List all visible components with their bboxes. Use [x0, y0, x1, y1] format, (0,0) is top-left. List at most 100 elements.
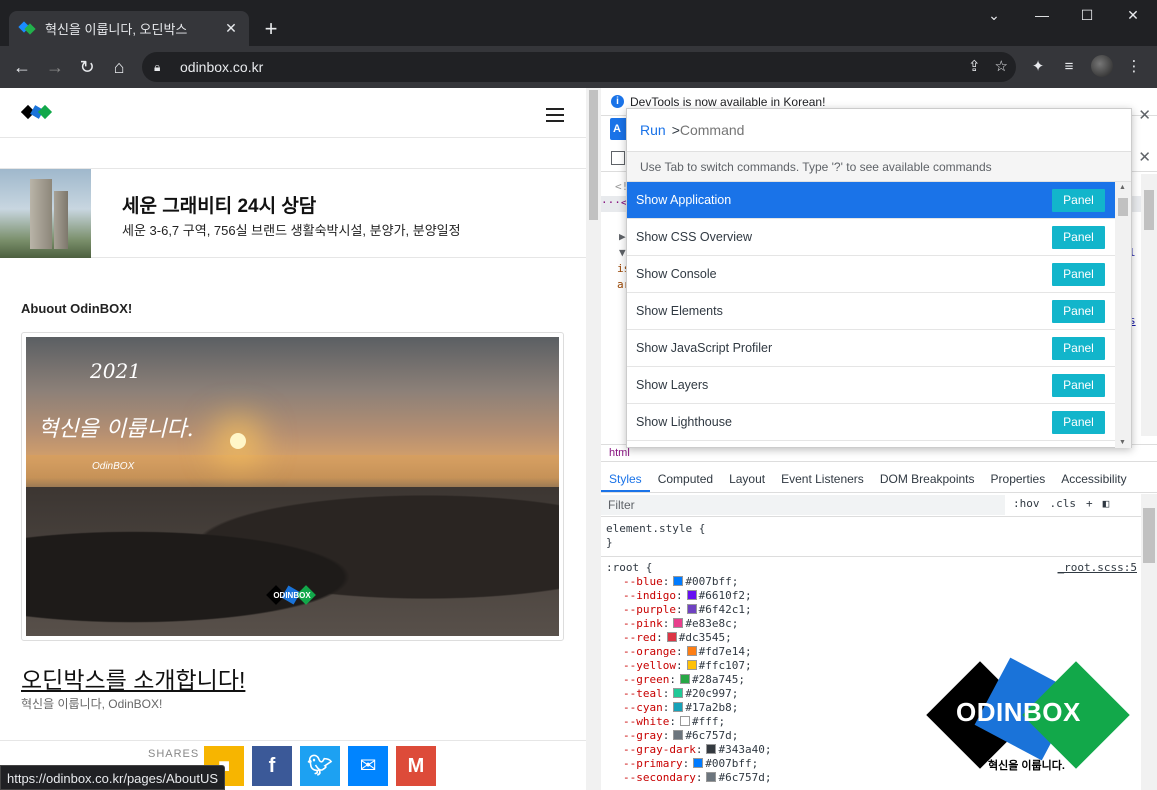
run-label: Run — [640, 122, 666, 138]
tab-layout[interactable]: Layout — [721, 466, 773, 492]
css-variable-value: #fff — [691, 715, 719, 728]
command-item-partial[interactable] — [627, 441, 1115, 448]
color-swatch[interactable] — [673, 688, 684, 698]
tab-close-icon[interactable]: ✕ — [223, 20, 239, 37]
inspect-element-icon[interactable] — [611, 151, 625, 165]
color-swatch[interactable] — [673, 730, 684, 740]
color-swatch[interactable] — [673, 576, 684, 586]
command-item[interactable]: Show Layers Panel — [627, 367, 1115, 404]
command-list-scrollbar[interactable]: ▲ ▼ — [1115, 182, 1131, 448]
color-swatch[interactable] — [693, 758, 704, 768]
back-icon[interactable]: ← — [9, 55, 35, 81]
css-variable-name: --gray-dark — [623, 743, 696, 756]
computed-sidebar-icon[interactable]: ◧ — [1103, 497, 1110, 510]
css-variable-name: --purple — [623, 603, 676, 616]
tab-event-listeners[interactable]: Event Listeners — [773, 466, 872, 492]
twitter-share-button[interactable]: 🐦︎ — [300, 746, 340, 786]
gmail-share-button[interactable]: M — [396, 746, 436, 786]
share-icon[interactable]: ⇪ — [968, 57, 981, 75]
color-swatch[interactable] — [686, 646, 697, 656]
css-variable-row[interactable]: --blue: #007bff; — [601, 575, 1141, 589]
cls-toggle[interactable]: .cls — [1050, 497, 1077, 510]
site-logo[interactable] — [21, 104, 53, 122]
banner-subtitle: 세운 3-6,7 구역, 756실 브랜드 생활숙박시설, 분양가, 분양일정 — [122, 223, 461, 238]
color-swatch[interactable] — [686, 660, 697, 670]
command-item-label: Show Console — [636, 267, 717, 281]
about-label: Abuout OdinBOX! — [21, 301, 133, 316]
color-swatch[interactable] — [673, 618, 684, 628]
command-item[interactable]: Show CSS Overview Panel — [627, 219, 1115, 256]
element-style-selector[interactable]: element.style { — [601, 522, 1141, 536]
ad-banner[interactable]: 세운 그래비티 24시 상담 세운 3-6,7 구역, 756실 브랜드 생활숙… — [0, 168, 586, 258]
color-swatch[interactable] — [673, 702, 684, 712]
infobar-close-icon[interactable]: ✕ — [1138, 106, 1151, 124]
new-rule-icon[interactable]: + — [1086, 497, 1093, 510]
reload-icon[interactable]: ↻ — [74, 55, 100, 81]
color-swatch[interactable] — [686, 590, 697, 600]
messenger-share-button[interactable]: ✉ — [348, 746, 388, 786]
home-icon[interactable]: ⌂ — [106, 55, 132, 81]
banner-building-image — [0, 169, 91, 258]
command-item-label: Show CSS Overview — [636, 230, 753, 244]
tab-search-icon[interactable]: ⌄ — [971, 0, 1017, 30]
maximize-button[interactable]: ☐ — [1064, 0, 1110, 30]
elements-scrollbar[interactable] — [1141, 174, 1157, 436]
styles-scrollbar[interactable] — [1141, 494, 1157, 790]
command-item[interactable]: Show Lighthouse Panel — [627, 404, 1115, 441]
facebook-share-button[interactable]: f — [252, 746, 292, 786]
command-prefix: > — [671, 122, 680, 138]
color-swatch[interactable] — [679, 716, 690, 726]
intro-title-link[interactable]: 오딘박스를 소개합니다! — [21, 661, 245, 695]
hamburger-menu-icon[interactable] — [546, 108, 564, 122]
command-input[interactable] — [679, 122, 1100, 138]
tab-properties[interactable]: Properties — [983, 466, 1054, 492]
css-variable-name: --blue — [623, 575, 663, 588]
command-item-label: Show Lighthouse — [636, 415, 732, 429]
odinbox-favicon-icon — [19, 21, 35, 37]
css-variable-row[interactable]: --pink: #e83e8c; — [601, 617, 1141, 631]
command-item[interactable]: Show Application Panel — [627, 182, 1115, 219]
tab-styles[interactable]: Styles — [601, 466, 650, 492]
css-variable-value: #007bff — [705, 757, 752, 770]
new-tab-button[interactable]: + — [258, 17, 284, 43]
color-swatch[interactable] — [679, 674, 690, 684]
command-item[interactable]: Show Elements Panel — [627, 293, 1115, 330]
styles-filter-input[interactable]: Filter — [601, 495, 1005, 515]
command-item-label: Show JavaScript Profiler — [636, 341, 773, 355]
tab-computed[interactable]: Computed — [650, 466, 721, 492]
color-swatch[interactable] — [706, 772, 717, 782]
tab-title: 혁신을 이룹니다, 오딘박스 — [45, 22, 188, 37]
page-scrollbar[interactable] — [586, 88, 601, 790]
address-bar[interactable]: 🔒︎ odinbox.co.kr ⇪ ☆ — [142, 52, 1016, 82]
css-variable-value: #007bff — [685, 575, 732, 588]
css-variable-value: #ffc107 — [698, 659, 745, 672]
profile-avatar[interactable] — [1091, 55, 1113, 77]
css-variable-row[interactable]: --red: #dc3545; — [601, 631, 1141, 645]
more-menu-icon[interactable]: ⋮ — [1123, 57, 1145, 79]
lock-icon[interactable]: 🔒︎ — [154, 60, 168, 75]
root-source-link[interactable]: _root.scss:5 — [1058, 561, 1137, 574]
command-item-badge: Panel — [1052, 263, 1105, 286]
extensions-icon[interactable]: ✦ — [1027, 57, 1049, 79]
forward-icon[interactable]: → — [42, 55, 68, 81]
tab-dom-breakpoints[interactable]: DOM Breakpoints — [872, 466, 983, 492]
css-variable-row[interactable]: --indigo: #6610f2; — [601, 589, 1141, 603]
bookmark-star-icon[interactable]: ☆ — [995, 57, 1008, 75]
color-swatch[interactable] — [666, 632, 677, 642]
hov-toggle[interactable]: :hov — [1013, 497, 1040, 510]
command-item-badge: Panel — [1052, 411, 1105, 434]
media-control-icon[interactable]: ≡ — [1058, 57, 1080, 79]
watermark-tagline: 혁신을 이룹니다. — [988, 760, 1065, 772]
css-variable-value: #dc3545 — [678, 631, 726, 644]
css-variable-row[interactable]: --orange: #fd7e14; — [601, 645, 1141, 659]
devtools-close-icon[interactable]: ✕ — [1138, 148, 1151, 166]
color-swatch[interactable] — [706, 744, 717, 754]
css-variable-row[interactable]: --purple: #6f42c1; — [601, 603, 1141, 617]
command-item[interactable]: Show JavaScript Profiler Panel — [627, 330, 1115, 367]
browser-tab[interactable]: 혁신을 이룹니다, 오딘박스 ✕ — [9, 11, 249, 46]
tab-accessibility[interactable]: Accessibility — [1053, 466, 1134, 492]
command-item[interactable]: Show Console Panel — [627, 256, 1115, 293]
color-swatch[interactable] — [686, 604, 697, 614]
minimize-button[interactable]: — — [1019, 0, 1065, 30]
close-window-button[interactable]: ✕ — [1110, 0, 1156, 30]
